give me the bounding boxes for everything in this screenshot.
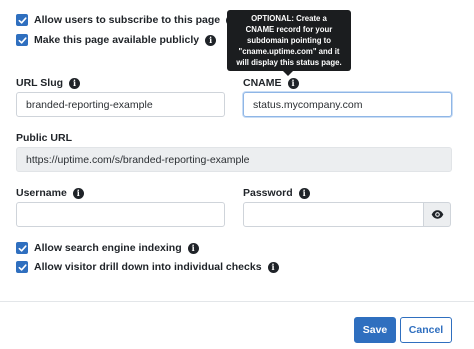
- info-icon[interactable]: i: [287, 77, 299, 89]
- drill-down-checkbox-row[interactable]: Allow visitor drill down into individual…: [16, 259, 279, 275]
- drill-down-label: Allow visitor drill down into individual…: [34, 261, 262, 273]
- search-indexing-checkbox[interactable]: [16, 242, 28, 254]
- show-password-button[interactable]: [423, 202, 451, 227]
- username-label-text: Username: [16, 187, 67, 199]
- cname-input[interactable]: status.mycompany.com: [243, 92, 452, 117]
- tooltip-arrow: [283, 71, 293, 76]
- checkmark-icon: [18, 36, 27, 44]
- public-url-field: https://uptime.com/s/branded-reporting-e…: [16, 147, 452, 172]
- cancel-button[interactable]: Cancel: [400, 317, 452, 343]
- username-label: Username i: [16, 187, 84, 199]
- public-url-label-text: Public URL: [16, 132, 73, 144]
- url-slug-input[interactable]: branded-reporting-example: [16, 92, 225, 117]
- cname-tooltip: OPTIONAL: Create a CNAME record for your…: [227, 10, 351, 71]
- url-slug-label: URL Slug i: [16, 77, 81, 89]
- password-label-text: Password: [243, 187, 293, 199]
- search-indexing-checkbox-row[interactable]: Allow search engine indexing i: [16, 240, 199, 256]
- info-icon[interactable]: i: [267, 261, 279, 273]
- info-icon[interactable]: i: [187, 242, 199, 254]
- tooltip-line: will display this status page.: [236, 58, 342, 67]
- subscribe-checkbox-row[interactable]: Allow users to subscribe to this page i: [16, 12, 238, 28]
- tooltip-line: "cname.uptime.com" and it: [238, 47, 340, 56]
- public-checkbox[interactable]: [16, 34, 28, 46]
- drill-down-checkbox[interactable]: [16, 261, 28, 273]
- url-slug-label-text: URL Slug: [16, 77, 64, 89]
- subscribe-checkbox[interactable]: [16, 14, 28, 26]
- tooltip-line: OPTIONAL: Create a: [251, 14, 327, 23]
- footer-divider: [0, 301, 474, 302]
- public-checkbox-row[interactable]: Make this page available publicly i: [16, 32, 217, 48]
- password-label: Password i: [243, 187, 310, 199]
- info-icon[interactable]: i: [72, 187, 84, 199]
- info-icon[interactable]: i: [298, 187, 310, 199]
- tooltip-line: CNAME record for your: [245, 25, 333, 34]
- public-url-label: Public URL: [16, 132, 72, 144]
- info-icon[interactable]: i: [69, 77, 81, 89]
- tooltip-line: subdomain pointing to: [246, 36, 332, 45]
- username-input[interactable]: [16, 202, 225, 227]
- eye-icon: [431, 210, 443, 219]
- search-indexing-label: Allow search engine indexing: [34, 242, 182, 254]
- checkmark-icon: [18, 244, 27, 252]
- info-icon[interactable]: i: [205, 34, 217, 46]
- checkmark-icon: [18, 263, 27, 271]
- cname-label-text: CNAME: [243, 77, 282, 89]
- password-input[interactable]: [243, 202, 424, 227]
- save-button[interactable]: Save: [354, 317, 396, 343]
- checkmark-icon: [18, 16, 27, 24]
- public-label: Make this page available publicly: [34, 34, 200, 46]
- subscribe-label: Allow users to subscribe to this page: [34, 14, 221, 26]
- cname-label: CNAME i: [243, 77, 299, 89]
